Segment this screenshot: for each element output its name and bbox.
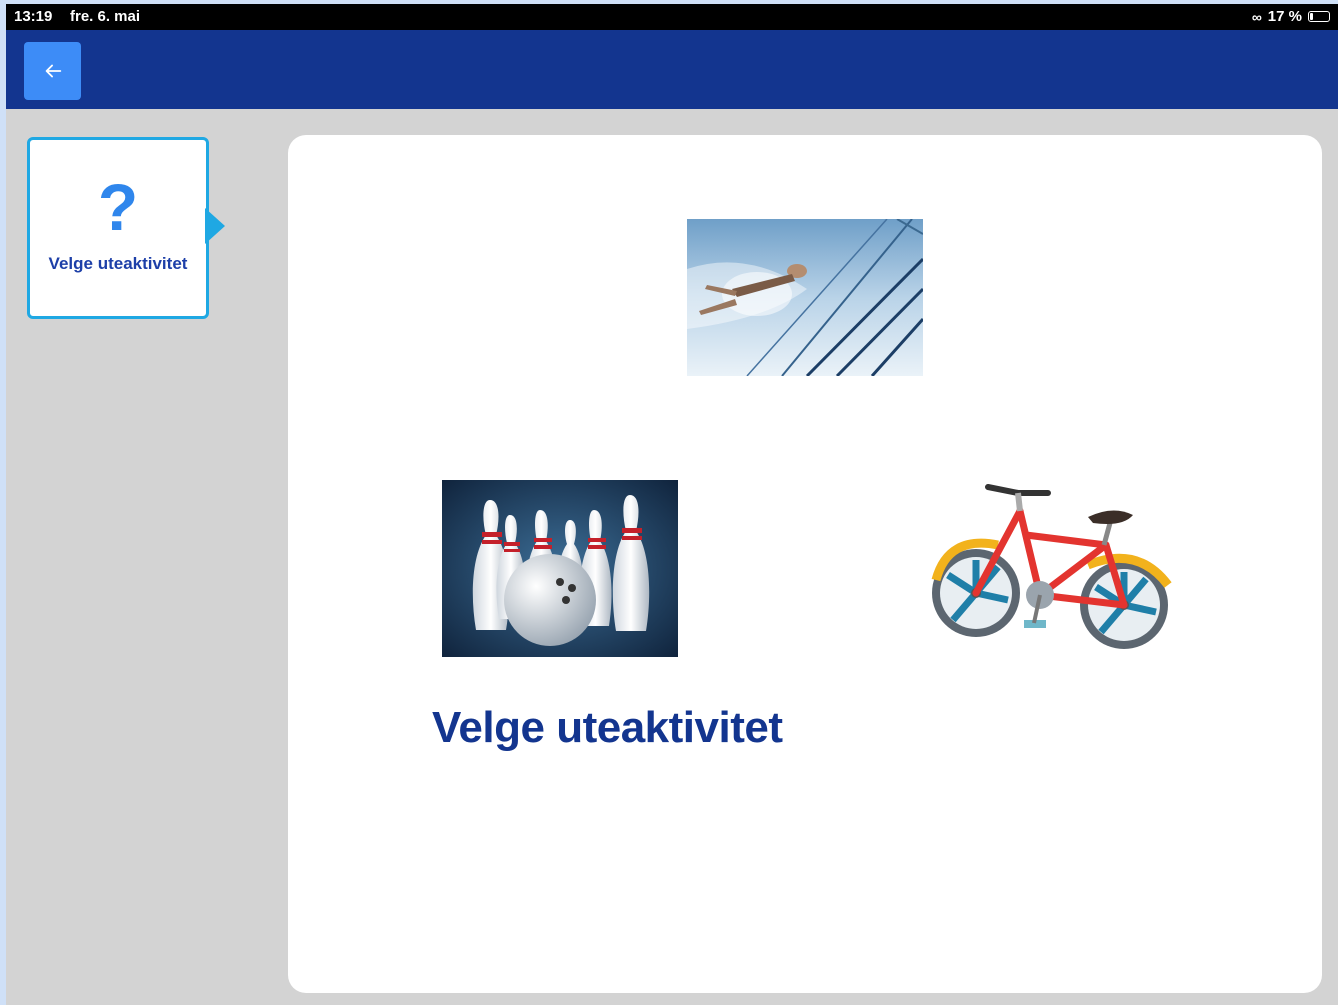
app-window: 13:19 fre. 6. mai ∞ 17 % ? Velge uteakti… bbox=[6, 4, 1338, 1005]
status-time: 13:19 bbox=[14, 8, 53, 25]
page-title: Velge uteaktivitet bbox=[432, 703, 783, 752]
status-bar: 13:19 fre. 6. mai ∞ 17 % bbox=[6, 4, 1338, 30]
battery-icon bbox=[1308, 11, 1330, 22]
back-button[interactable] bbox=[24, 42, 81, 100]
question-mark-icon: ? bbox=[97, 170, 139, 244]
status-date: fre. 6. mai bbox=[70, 8, 141, 25]
status-right: ∞ 17 % bbox=[1252, 8, 1330, 25]
choice-board: Velge uteaktivitet bbox=[288, 135, 1322, 993]
selection-pointer bbox=[205, 208, 225, 244]
battery-percent: 17 % bbox=[1267, 8, 1302, 25]
bicycle-picture[interactable] bbox=[928, 475, 1173, 665]
link-icon: ∞ bbox=[1251, 8, 1262, 25]
arrow-left-icon bbox=[45, 64, 61, 78]
bowling-picture[interactable] bbox=[442, 480, 678, 657]
activity-card-selected[interactable]: ? Velge uteaktivitet bbox=[27, 137, 209, 319]
app-bar bbox=[6, 30, 1338, 109]
activity-card-label: Velge uteaktivitet bbox=[48, 254, 188, 273]
swimming-picture[interactable] bbox=[687, 219, 923, 376]
